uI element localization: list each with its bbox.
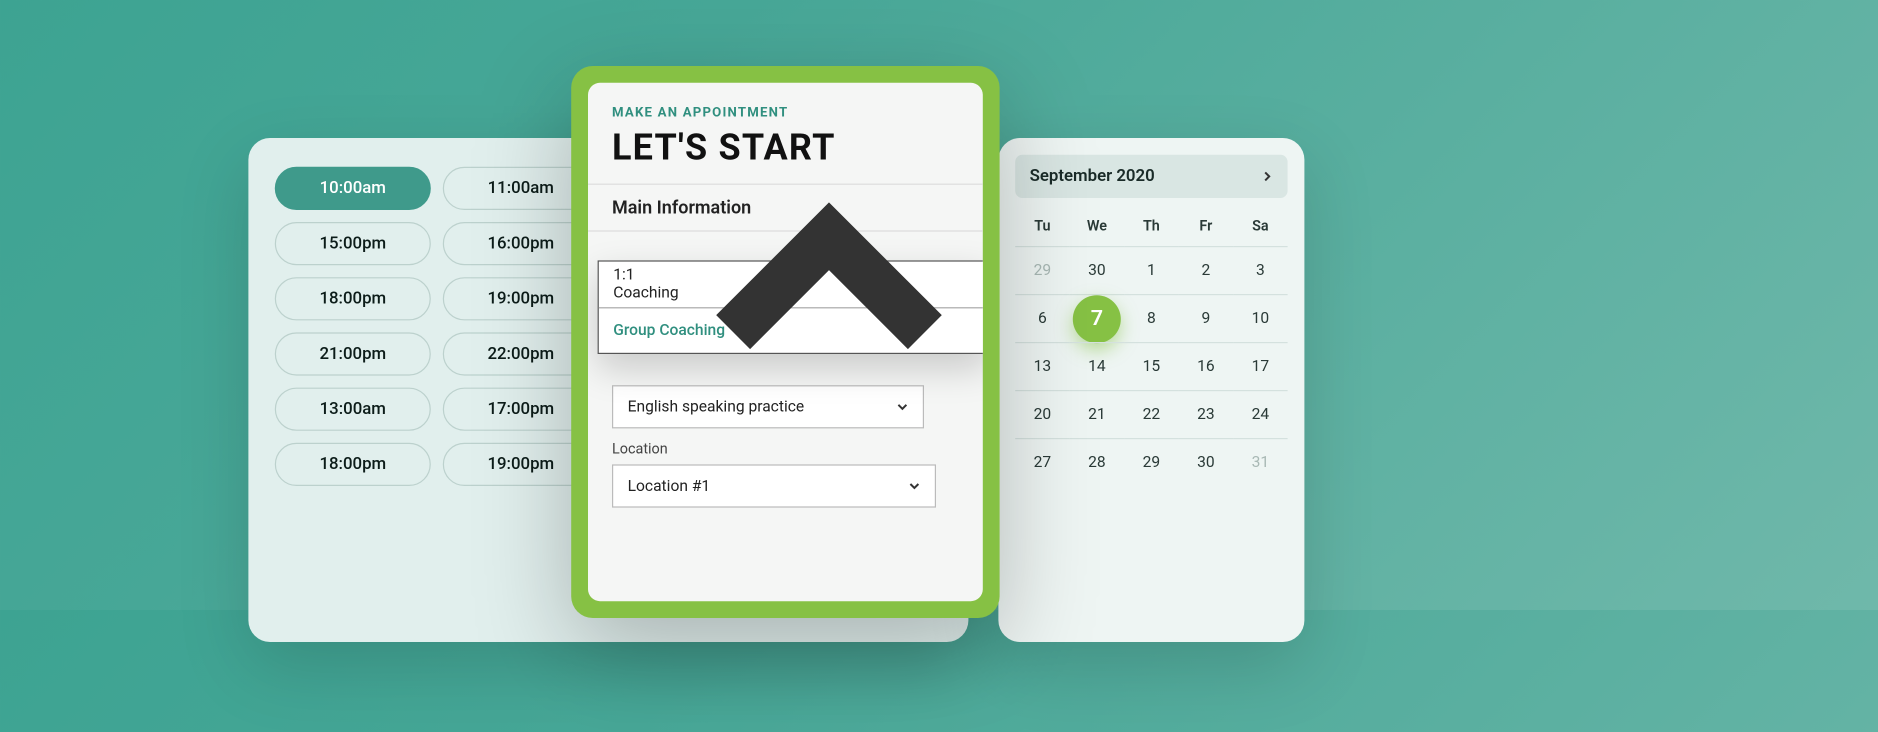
calendar-day[interactable]: 30 [1070, 246, 1124, 294]
calendar-day[interactable]: 8 [1124, 294, 1178, 342]
calendar-day[interactable]: 28 [1070, 438, 1124, 486]
calendar-day: 31 [1233, 438, 1287, 486]
service-option-selected[interactable]: 1:1 Coaching [599, 262, 983, 308]
calendar-month-label: September 2020 [1030, 167, 1155, 186]
timeslot-button[interactable]: 18:00pm [275, 443, 431, 486]
calendar-day[interactable]: 1 [1124, 246, 1178, 294]
form-eyebrow: MAKE AN APPOINTMENT [612, 104, 959, 120]
calendar-dow-label: Fr [1179, 210, 1233, 246]
form-body: Select Service 1:1 Coaching Group Coachi… [588, 232, 983, 525]
calendar-day[interactable]: 24 [1233, 390, 1287, 438]
calendar-dayofweek-row: TuWeThFrSa [1015, 210, 1287, 246]
appointment-form-inner: MAKE AN APPOINTMENT LET'S START Main Inf… [588, 83, 983, 601]
calendar-day[interactable]: 27 [1015, 438, 1069, 486]
calendar-day[interactable]: 22 [1124, 390, 1178, 438]
chevron-right-icon[interactable] [1261, 170, 1273, 182]
calendar-day[interactable]: 17 [1233, 342, 1287, 390]
calendar-day[interactable]: 20 [1015, 390, 1069, 438]
calendar-day[interactable]: 23 [1179, 390, 1233, 438]
calendar-dow-label: Th [1124, 210, 1178, 246]
calendar-day[interactable]: 10 [1233, 294, 1287, 342]
calendar-day[interactable]: 9 [1179, 294, 1233, 342]
calendar-day[interactable]: 29 [1124, 438, 1178, 486]
calendar-day[interactable]: 30 [1179, 438, 1233, 486]
calendar-day[interactable]: 6 [1015, 294, 1069, 342]
calendar-day[interactable]: 21 [1070, 390, 1124, 438]
chevron-down-icon [908, 480, 920, 492]
timeslot-button[interactable]: 10:00am [275, 167, 431, 210]
calendar-header: September 2020 [1015, 155, 1287, 198]
calendar-day[interactable]: 14 [1070, 342, 1124, 390]
calendar-day[interactable]: 13 [1015, 342, 1069, 390]
service-dropdown[interactable]: 1:1 Coaching Group Coaching [598, 260, 983, 354]
service-option-label: 1:1 Coaching [613, 266, 685, 302]
calendar-dow-label: Sa [1233, 210, 1287, 246]
calendar-day[interactable]: 3 [1233, 246, 1287, 294]
chevron-up-icon [686, 141, 974, 429]
timeslot-button[interactable]: 18:00pm [275, 277, 431, 320]
location-field-label: Location [612, 440, 959, 457]
location-selected-label: Location #1 [628, 477, 711, 495]
calendar-day[interactable]: 7 [1070, 294, 1124, 342]
service-option-label: Group Coaching [613, 322, 725, 340]
location-select[interactable]: Location #1 [612, 464, 936, 507]
timeslot-button[interactable]: 13:00am [275, 388, 431, 431]
calendar-panel: September 2020 TuWeThFrSa 29301236789101… [998, 138, 1304, 642]
calendar-day: 29 [1015, 246, 1069, 294]
timeslot-button[interactable]: 21:00pm [275, 332, 431, 375]
timeslot-button[interactable]: 15:00pm [275, 222, 431, 265]
calendar-dow-label: Tu [1015, 210, 1069, 246]
calendar-days-grid: 2930123678910131415161720212223242728293… [1015, 246, 1287, 486]
calendar-dow-label: We [1070, 210, 1124, 246]
calendar-day[interactable]: 15 [1124, 342, 1178, 390]
calendar-day[interactable]: 16 [1179, 342, 1233, 390]
appointment-form-card: MAKE AN APPOINTMENT LET'S START Main Inf… [571, 66, 999, 618]
calendar-day[interactable]: 2 [1179, 246, 1233, 294]
